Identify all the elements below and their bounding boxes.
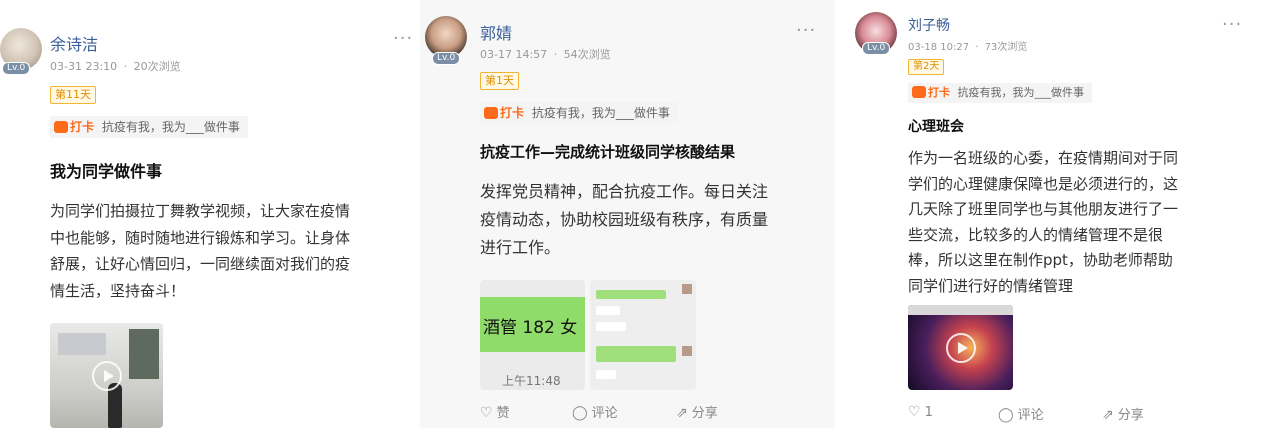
- level-badge: Lv.0: [432, 52, 461, 65]
- topic-text: 抗疫有我，我为___做件事: [101, 120, 240, 134]
- like-count: 1: [924, 405, 933, 420]
- more-options-icon[interactable]: ···: [1222, 14, 1242, 35]
- meta-separator: ·: [123, 60, 128, 73]
- view-count: 20次浏览: [133, 60, 181, 73]
- post-title: 心理班会: [908, 119, 964, 135]
- author-name[interactable]: 郭婧: [480, 20, 512, 44]
- like-button[interactable]: ♡ 1: [908, 404, 933, 420]
- body-line: 发挥党员精神，配合抗疫工作。每日关注: [480, 182, 769, 201]
- chat-bubble: [596, 306, 620, 315]
- post-meta: 03-17 14:57 · 54次浏览: [480, 46, 611, 62]
- wall-board: [58, 333, 106, 355]
- author-name[interactable]: 余诗洁: [50, 31, 98, 55]
- comment-button[interactable]: ◯ 评论: [572, 402, 618, 421]
- post-body: 发挥党员精神，配合抗疫工作。每日关注 疫情动态，协助校园班级有秩序，有质量 进行…: [480, 178, 768, 262]
- body-line: 些交流，比较多的人的情绪管理不是很: [908, 225, 1164, 244]
- day-badge: 第11天: [50, 86, 96, 104]
- body-line: 几天除了班里同学也与其他朋友进行了一: [908, 200, 1179, 218]
- share-button[interactable]: ⇗ 分享: [676, 402, 718, 421]
- body-line: 疫情动态，协助校园班级有秩序，有质量: [480, 210, 769, 229]
- post-card-2: Lv.0 郭婧 03-17 14:57 · 54次浏览 ··· 第1天 打卡 抗…: [420, 0, 835, 428]
- topic-text: 抗疫有我，我为___做件事: [957, 86, 1085, 99]
- post-title: 抗疫工作—完成统计班级同学核酸结果: [480, 143, 736, 161]
- more-options-icon[interactable]: ···: [393, 28, 413, 49]
- comment-label: 评论: [591, 406, 618, 421]
- chat-avatar: [682, 284, 692, 294]
- body-line: 学们的心理健康保障也是必须进行的，这: [908, 174, 1179, 193]
- chat-screenshot-image-1[interactable]: 酒管 182 女 上午11:48: [480, 280, 585, 390]
- day-badge: 第1天: [480, 72, 519, 90]
- post-body: 为同学们拍摄拉丁舞教学视频，让大家在疫情 中也能够，随时随地进行锻炼和学习。让身…: [50, 198, 350, 304]
- body-line: 中也能够，随时随地进行锻炼和学习。让身体: [50, 228, 351, 247]
- chat-bubble: [596, 290, 666, 299]
- day-badge: 第2天: [908, 59, 945, 75]
- body-line: 为同学们拍摄拉丁舞教学视频，让大家在疫情: [50, 202, 351, 220]
- view-count: 73次浏览: [984, 42, 1028, 53]
- play-icon[interactable]: [91, 360, 122, 391]
- calendar-icon: [484, 107, 498, 119]
- level-badge: Lv.0: [2, 62, 31, 75]
- chat-screenshot-image-2[interactable]: [590, 280, 696, 390]
- post-meta: 03-31 23:10 · 20次浏览: [50, 58, 181, 74]
- chat-avatar: [682, 346, 692, 356]
- view-count: 54次浏览: [563, 48, 611, 61]
- window: [129, 329, 159, 379]
- comment-button[interactable]: ◯ 评论: [998, 404, 1044, 423]
- topic-tag: 打卡: [500, 106, 525, 120]
- comment-label: 评论: [1017, 408, 1044, 423]
- meta-separator: ·: [553, 48, 558, 61]
- calendar-icon: [912, 86, 926, 98]
- comment-icon: ◯: [998, 407, 1014, 423]
- chat-time: 上午11:48: [502, 374, 561, 388]
- body-line: 舒展，让好心情回归，一同继续面对我们的疫: [50, 255, 351, 273]
- chat-big-text: 酒管 182 女: [483, 318, 578, 338]
- share-icon: ⇗: [676, 405, 688, 421]
- heart-icon: ♡: [480, 405, 493, 421]
- like-label: 赞: [496, 406, 510, 421]
- topic-tag: 打卡: [70, 120, 95, 134]
- body-line: 棒，所以这里在制作ppt，协助老师帮助: [908, 251, 1173, 269]
- topic-link[interactable]: 打卡 抗疫有我，我为___做件事: [50, 116, 248, 138]
- video-thumbnail[interactable]: [908, 305, 1013, 390]
- topic-text: 抗疫有我，我为___做件事: [531, 106, 670, 120]
- share-label: 分享: [691, 406, 718, 421]
- calendar-icon: [54, 121, 68, 133]
- play-icon[interactable]: [945, 332, 976, 363]
- body-line: 同学们进行好的情绪管理: [908, 276, 1074, 295]
- author-name[interactable]: 刘子畅: [908, 15, 950, 35]
- post-title: 我为同学做件事: [50, 162, 163, 181]
- slide-bar: [908, 305, 1013, 315]
- topic-link[interactable]: 打卡 抗疫有我，我为___做件事: [480, 102, 678, 124]
- video-thumbnail[interactable]: [50, 323, 163, 428]
- topic-tag: 打卡: [928, 86, 950, 99]
- body-line: 进行工作。: [480, 238, 561, 257]
- chat-bubble: [596, 370, 616, 379]
- share-button[interactable]: ⇗ 分享: [1102, 404, 1144, 423]
- heart-icon: ♡: [908, 404, 921, 420]
- chat-bubble: [596, 322, 626, 331]
- more-options-icon[interactable]: ···: [796, 20, 816, 41]
- post-date: 03-31 23:10: [50, 60, 118, 73]
- post-body: 作为一名班级的心委，在疫情期间对于同 学们的心理健康保障也是必须进行的，这 几天…: [908, 146, 1178, 299]
- post-meta: 03-18 10:27 · 73次浏览: [908, 38, 1027, 53]
- share-label: 分享: [1117, 408, 1144, 423]
- post-card-1: Lv.0 余诗洁 03-31 23:10 · 20次浏览 ··· 第11天 打卡…: [0, 0, 420, 428]
- like-button[interactable]: ♡ 赞: [480, 402, 510, 421]
- meta-separator: ·: [975, 42, 979, 53]
- chat-bubble: [596, 346, 676, 362]
- post-date: 03-18 10:27: [908, 42, 970, 53]
- share-icon: ⇗: [1102, 407, 1114, 423]
- level-badge: Lv.0: [862, 42, 891, 55]
- comment-icon: ◯: [572, 405, 588, 421]
- topic-link[interactable]: 打卡 抗疫有我，我为___做件事: [908, 83, 1092, 103]
- post-card-3: Lv.0 刘子畅 03-18 10:27 · 73次浏览 ··· 第2天 打卡 …: [850, 0, 1265, 428]
- post-date: 03-17 14:57: [480, 48, 548, 61]
- body-line: 作为一名班级的心委，在疫情期间对于同: [908, 149, 1179, 167]
- body-line: 情生活，坚持奋斗！: [50, 281, 186, 300]
